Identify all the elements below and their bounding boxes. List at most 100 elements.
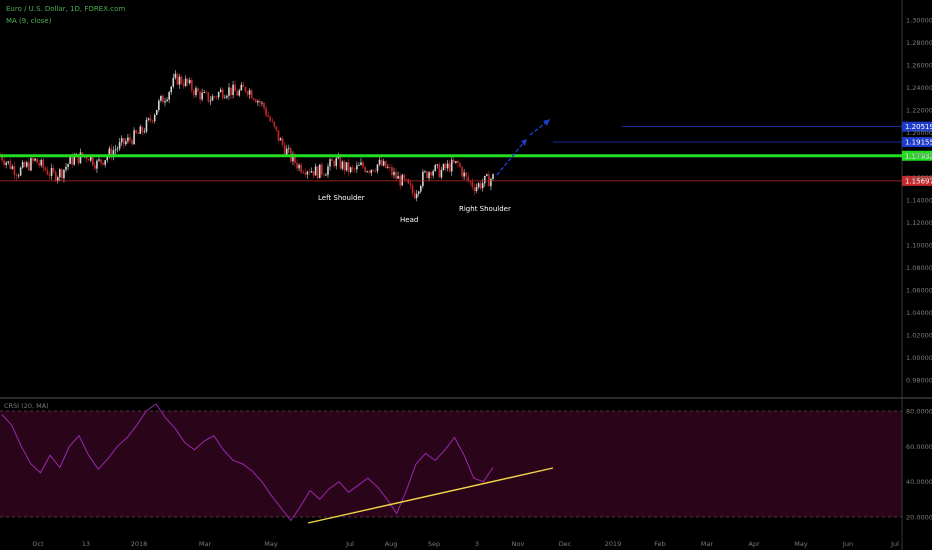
- candle-body: [440, 170, 443, 178]
- candle-body: [100, 159, 102, 163]
- candle-body: [67, 164, 69, 167]
- candle-body: [364, 167, 366, 173]
- candle-body: [158, 100, 160, 110]
- price-tick-label: 1.14000: [906, 197, 932, 205]
- candle-body: [426, 171, 428, 179]
- candle-body: [393, 171, 395, 176]
- candle-body: [475, 187, 478, 192]
- candle-body: [92, 156, 94, 166]
- candle-body: [98, 159, 100, 161]
- candle-body: [481, 183, 484, 189]
- projection-arrow-1: [496, 140, 526, 176]
- candle-body: [417, 191, 420, 194]
- candle-body: [327, 166, 329, 175]
- candle-body: [446, 163, 449, 169]
- candle-body: [308, 171, 311, 173]
- time-tick-label: Mar: [701, 540, 714, 548]
- candle-body: [61, 169, 63, 179]
- candle-body: [65, 166, 67, 170]
- candle-body: [287, 148, 290, 150]
- candle-body: [304, 172, 307, 175]
- candle-body: [199, 91, 201, 100]
- candle-body: [271, 121, 274, 122]
- candle-body: [386, 167, 389, 168]
- candle-body: [378, 159, 381, 165]
- candle-body: [11, 166, 14, 169]
- candle-body: [380, 159, 383, 166]
- candle-body: [353, 168, 356, 170]
- candle-body: [403, 174, 406, 179]
- time-tick-label: Dec: [559, 540, 572, 548]
- candle-body: [269, 117, 272, 122]
- candle-body: [184, 78, 187, 86]
- candle-body: [137, 133, 140, 134]
- price-tick-label: 1.24000: [906, 84, 932, 92]
- candle-body: [320, 164, 323, 175]
- candle-body: [188, 80, 191, 84]
- candle-body: [236, 91, 239, 96]
- candle-body: [343, 161, 346, 171]
- price-axis-ticks: 1.30000 1.28000 1.26000 1.24000 1.22000 1.200…: [906, 17, 932, 522]
- candle-body: [345, 162, 348, 171]
- candle-body: [26, 162, 28, 167]
- candle-body: [265, 108, 267, 116]
- candle-body: [149, 118, 152, 121]
- candle-body: [329, 159, 331, 167]
- candle-body: [296, 162, 298, 169]
- price-chart[interactable]: 1.205191.191551.179321.15697 1.300001.28…: [0, 0, 932, 550]
- candle-body: [283, 145, 286, 155]
- candle-body: [164, 101, 166, 103]
- candle-body: [306, 171, 309, 175]
- candle-body: [5, 162, 7, 165]
- price-tick-label: 1.18000: [906, 152, 932, 160]
- time-tick-label: Nov: [512, 540, 525, 548]
- time-tick-label: 13: [82, 540, 90, 548]
- candle-body: [244, 87, 247, 92]
- candle-body: [120, 138, 123, 143]
- candle-body: [162, 95, 164, 103]
- candle-body: [50, 167, 53, 176]
- candle-body: [479, 183, 482, 189]
- candle-body: [339, 156, 342, 169]
- candle-body: [224, 97, 226, 99]
- candle-body: [54, 171, 57, 181]
- candle-body: [147, 118, 150, 120]
- right-shoulder-label: Right Shoulder: [459, 205, 511, 213]
- candle-body: [40, 159, 43, 166]
- price-tick-label: 1.20000: [906, 129, 932, 137]
- candle-body: [7, 161, 10, 163]
- candle-body: [397, 175, 399, 179]
- candle-body: [19, 167, 22, 176]
- candle-body: [44, 167, 47, 171]
- candle-body: [34, 158, 36, 161]
- candle-body: [48, 174, 51, 176]
- candle-body: [316, 166, 319, 179]
- candle-body: [257, 100, 259, 103]
- candle-body: [405, 178, 408, 180]
- price-tick-label: 1.28000: [906, 39, 932, 47]
- candle-body: [362, 162, 364, 168]
- candle-body: [23, 162, 26, 167]
- candle-body: [166, 99, 168, 102]
- price-tick-label: 1.30000: [906, 17, 932, 25]
- candle-body: [3, 160, 5, 165]
- candle-body: [52, 167, 55, 172]
- time-tick-label: 2019: [605, 540, 622, 548]
- candle-body: [492, 174, 494, 179]
- candle-body: [420, 186, 422, 192]
- time-tick-label: May: [264, 540, 278, 548]
- candle-body: [42, 159, 45, 168]
- osc-tick-label: 80.0000: [906, 408, 932, 416]
- candle-body: [207, 92, 210, 102]
- candle-body: [376, 164, 379, 172]
- candle-body: [442, 164, 445, 171]
- candle-body: [94, 165, 96, 169]
- candle-body: [259, 100, 261, 103]
- candle-body: [226, 95, 228, 98]
- candle-body: [318, 164, 321, 179]
- candle-body: [209, 100, 212, 102]
- time-tick-label: Jul: [345, 540, 354, 548]
- candle-body: [228, 87, 230, 96]
- candle-body: [483, 175, 486, 184]
- candle-body: [234, 84, 236, 92]
